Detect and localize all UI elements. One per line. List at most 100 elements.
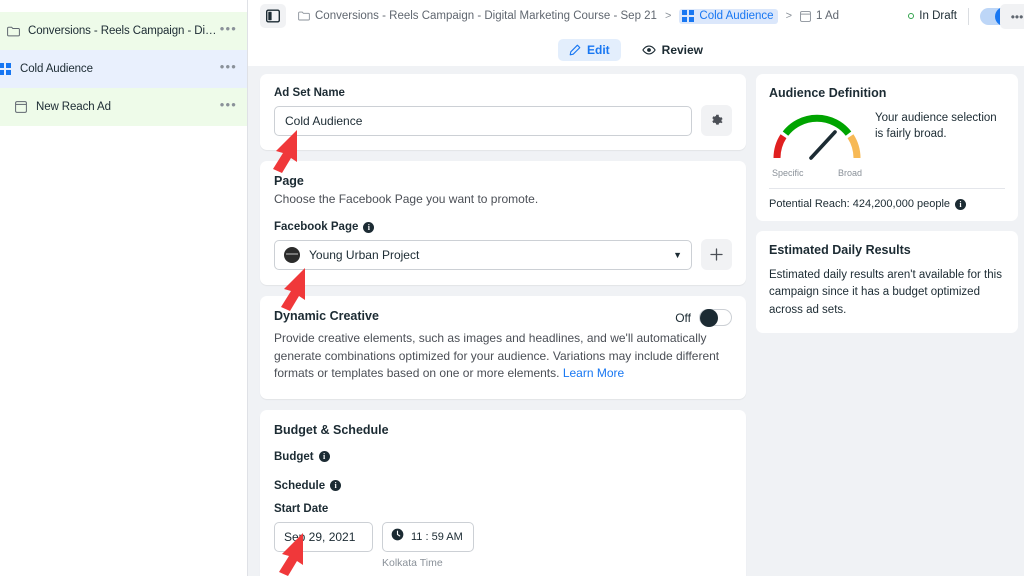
sidebar-item-menu-button[interactable]: ••• (220, 98, 237, 114)
facebook-page-row: Young Urban Project ▼ (274, 239, 732, 271)
sidebar-item-label: Cold Audience (20, 63, 93, 75)
tab-label: Review (661, 42, 704, 57)
sidebar-top-spacer (0, 0, 247, 12)
dynamic-creative-title: Dynamic Creative (274, 309, 379, 324)
status-label: In Draft (919, 10, 957, 22)
breadcrumb-item-ad[interactable]: 1 Ad (800, 10, 839, 22)
dynamic-creative-body-text: Provide creative elements, such as image… (274, 331, 720, 381)
breadcrumb-item-adset[interactable]: Cold Audience (679, 8, 778, 24)
facebook-page-label-text: Facebook Page (274, 221, 359, 234)
schedule-label-text: Schedule (274, 479, 326, 492)
gauge-labels: Specific Broad (769, 168, 865, 178)
status-dot-icon (908, 13, 915, 19)
tab-review[interactable]: Review (631, 39, 714, 61)
tab-edit[interactable]: Edit (557, 38, 621, 61)
breadcrumb-separator: > (664, 10, 672, 22)
audience-definition-card: Audience Definition Specific Broad Your … (756, 74, 1018, 221)
top-bar: Conversions - Reels Campaign - Digital M… (248, 0, 1024, 33)
info-icon[interactable]: i (318, 451, 330, 463)
page-title: Page (274, 174, 304, 188)
toggle-knob (700, 309, 718, 328)
gauge-high-label: Broad (837, 168, 862, 178)
potential-reach-label: Potential Reach: (769, 198, 850, 210)
page-avatar (284, 246, 300, 263)
folder-icon (4, 26, 22, 37)
budget-label: Budget i (274, 451, 732, 463)
breadcrumb-separator: > (785, 10, 792, 22)
dynamic-creative-toggle-wrap: Off (675, 309, 732, 328)
info-icon[interactable]: i (330, 480, 342, 492)
grid-icon (682, 9, 695, 22)
sidebar-panel-icon[interactable] (260, 4, 286, 28)
breadcrumb-item-campaign[interactable]: Conversions - Reels Campaign - Digital M… (298, 10, 657, 22)
chevron-down-icon: ▼ (673, 249, 682, 260)
budget-schedule-card: Budget & Schedule Budget i Schedule i St… (260, 409, 746, 576)
potential-reach: Potential Reach: 424,200,000 people i (769, 198, 1005, 210)
content-area: Ad Set Name Cold Audience Page Choose th… (248, 66, 1024, 576)
breadcrumb-label: Cold Audience (699, 9, 774, 22)
pencil-icon (569, 44, 581, 56)
divider (968, 7, 969, 25)
sidebar-item-ad[interactable]: New Reach Ad ••• (0, 88, 247, 126)
audience-gauge: Specific Broad (769, 110, 865, 178)
folder-icon (298, 11, 310, 21)
breadcrumb-label: 1 Ad (816, 10, 840, 22)
sidebar-item-label: Conversions - Reels Campaign - Digita... (28, 25, 220, 37)
sidebar-item-menu-button[interactable]: ••• (220, 22, 237, 38)
start-time-wrap: 11 : 59 AM Kolkata Time (382, 521, 474, 569)
timezone-label: Kolkata Time (382, 556, 443, 569)
start-date-label: Start Date (274, 502, 329, 515)
ads-manager-window: Conversions - Reels Campaign - Digita...… (0, 0, 1024, 576)
estimated-daily-results-body: Estimated daily results aren't available… (769, 269, 1002, 316)
clock-icon (391, 528, 404, 546)
sidebar-item-adset[interactable]: Cold Audience ••• (0, 50, 247, 88)
dynamic-creative-header: Dynamic Creative Off (274, 309, 732, 328)
gauge-low-label: Specific (772, 168, 804, 178)
sidebar-item-label: New Reach Ad (36, 101, 111, 113)
dynamic-creative-card: Dynamic Creative Off Provide creative el… (260, 296, 746, 399)
divider (769, 188, 1005, 189)
grid-icon (0, 63, 14, 75)
audience-gauge-row: Specific Broad Your audience selection i… (769, 110, 1005, 178)
main-area: Conversions - Reels Campaign - Digital M… (248, 0, 1024, 576)
page-description: Choose the Facebook Page you want to pro… (274, 192, 539, 206)
estimated-daily-results-card: Estimated Daily Results Estimated daily … (756, 231, 1018, 333)
info-icon[interactable]: i (363, 221, 375, 233)
more-icon[interactable]: ••• (1000, 4, 1024, 29)
dynamic-creative-toggle-label: Off (675, 310, 691, 325)
form-column: Ad Set Name Cold Audience Page Choose th… (260, 74, 746, 576)
learn-more-link[interactable]: Learn More (563, 366, 624, 380)
audience-summary: Your audience selection is fairly broad. (875, 112, 997, 141)
start-time-input[interactable]: 11 : 59 AM (382, 521, 474, 552)
schedule-label: Schedule i (274, 480, 732, 492)
facebook-page-label: Facebook Page i (274, 221, 732, 233)
start-date-input[interactable]: Sep 29, 2021 (274, 521, 373, 552)
add-page-button[interactable] (701, 239, 732, 271)
ad-set-name-label: Ad Set Name (274, 87, 345, 99)
facebook-page-select[interactable]: Young Urban Project ▼ (274, 239, 692, 270)
dynamic-creative-body: Provide creative elements, such as image… (274, 330, 732, 382)
eye-icon (641, 44, 656, 56)
start-time-value: 11 : 59 AM (411, 530, 463, 543)
facebook-page-value: Young Urban Project (309, 247, 420, 262)
sidebar-item-menu-button[interactable]: ••• (220, 60, 237, 76)
gear-icon[interactable] (701, 105, 732, 136)
left-sidebar: Conversions - Reels Campaign - Digita...… (0, 0, 248, 576)
budget-label-text: Budget (274, 450, 314, 463)
estimated-daily-results-title: Estimated Daily Results (769, 243, 911, 257)
start-date-row: Sep 29, 2021 11 : 59 AM Kolkata Time (274, 521, 732, 569)
audience-definition-title: Audience Definition (769, 86, 887, 100)
ad-set-name-card: Ad Set Name Cold Audience (260, 74, 746, 150)
info-icon[interactable]: i (955, 198, 967, 210)
page-card: Page Choose the Facebook Page you want t… (260, 161, 746, 286)
tab-bar: Edit Review (248, 33, 1024, 66)
ad-set-name-row: Cold Audience (274, 105, 732, 136)
potential-reach-value: 424,200,000 people (852, 198, 951, 210)
sidebar-item-campaign[interactable]: Conversions - Reels Campaign - Digita...… (0, 12, 247, 50)
ad-set-name-input[interactable]: Cold Audience (274, 105, 692, 136)
dynamic-creative-toggle[interactable] (699, 309, 732, 328)
breadcrumb: Conversions - Reels Campaign - Digital M… (298, 8, 900, 24)
ad-icon (800, 10, 811, 22)
insights-column: Audience Definition Specific Broad Your … (756, 74, 1018, 576)
breadcrumb-label: Conversions - Reels Campaign - Digital M… (315, 10, 657, 22)
